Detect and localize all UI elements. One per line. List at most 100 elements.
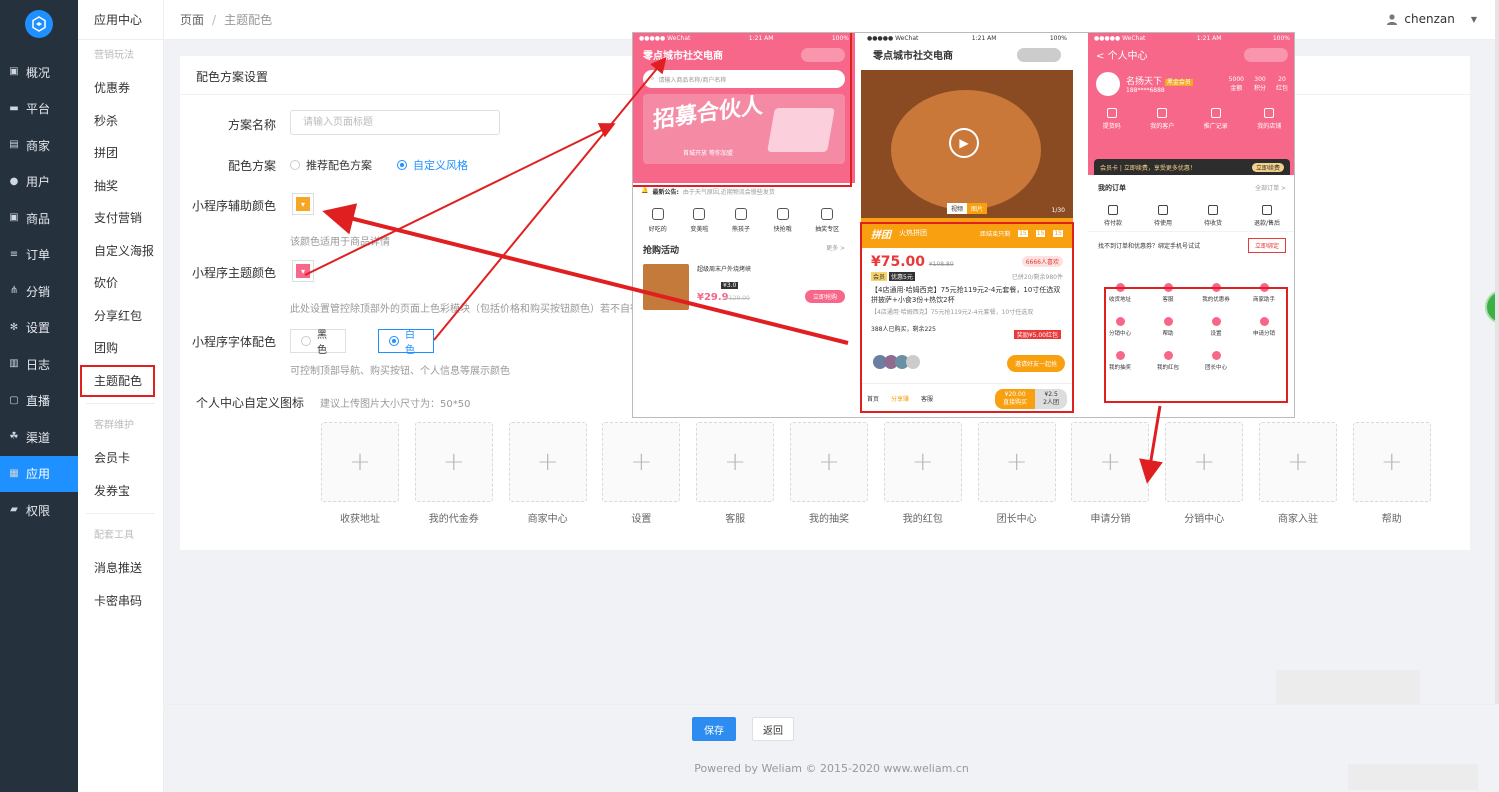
p3-order-status: 待付款 [1104,205,1122,227]
subnav-item[interactable]: 拼团 [78,137,163,170]
p2-video: ▶ 视频 图片 1/30 [861,70,1073,218]
subnav-item[interactable]: 团购 [78,332,163,365]
subnav-item[interactable]: 卡密串码 [78,585,163,618]
user-icon [1387,14,1398,25]
grid-icon [1163,317,1173,326]
sidebar-item-7[interactable]: ✻ 设置 [0,310,78,347]
back-button[interactable]: 返回 [752,717,794,741]
sidebar-item-label: 应用 [26,467,51,482]
subnav-item[interactable]: 主题配色 [80,364,155,397]
icon-upload-label: 申请分销 [1090,514,1131,525]
avatar [1096,72,1120,96]
sidebar-item-label: 用户 [26,175,51,190]
save-button[interactable]: 保存 [692,717,736,741]
scheme-custom-radio[interactable]: 自定义风格 [397,157,468,173]
grid-icon [1211,317,1221,326]
user-menu[interactable]: chenzan ▼ [1386,12,1477,26]
app-logo-icon[interactable] [25,10,53,38]
subnav-divider [86,403,155,404]
sidebar-item-6[interactable]: ⋔ 分销 [0,273,78,310]
sub-navigation: 应用中心 营销玩法 优惠券 秒杀 拼团 抽奖 支付营销 自定义海报 砍价 分享红包 团购 主题配色… [78,0,164,792]
subnav-item[interactable]: 消息推送 [78,552,163,585]
subnav-item[interactable]: 自定义海报 [78,235,163,268]
panel-title: 配色方案设置 [196,70,269,84]
icon-upload-slot[interactable]: + [321,422,399,502]
sidebar-item-3[interactable]: ● 用户 [0,164,78,201]
subnav-item[interactable]: 抽奖 [78,170,163,203]
sidebar-item-8[interactable]: ▥ 日志 [0,346,78,383]
action-icon [1264,108,1275,118]
aux-color-picker[interactable]: ▾ [292,193,314,215]
breadcrumb-separator: / [212,12,217,27]
icon-upload-slot[interactable]: + [883,422,962,502]
font-white-option[interactable]: 白色 [378,329,434,356]
right-scrollbar[interactable] [1495,0,1499,740]
icon-upload-slot[interactable]: + [790,422,868,502]
sidebar-item-label: 权限 [26,503,51,518]
p3-order-status: 待使用 [1154,205,1172,227]
p3-action: 我的客户 [1150,108,1174,130]
icon-upload-slot[interactable]: + [1352,422,1431,502]
custom-icons-label: 个人中心自定义图标 [196,396,305,410]
goods-icon: ▣ [9,212,19,224]
p3-orders-header: 我的订单 全部订单 > [1098,184,1286,192]
chevron-down-icon: ▾ [296,197,310,211]
main-color-picker[interactable]: ▾ [292,260,314,282]
subnav-item[interactable]: 分享红包 [78,300,163,333]
p3-grid-item: 商家助手 [1240,283,1288,303]
icon-upload-slot[interactable]: + [508,422,587,502]
icon-upload-slot[interactable]: + [602,422,681,502]
sidebar-item-4[interactable]: ▣ 商品 [0,200,78,237]
sidebar-item-10[interactable]: ☘ 渠道 [0,419,78,456]
main-color-label: 小程序主题颜色 [191,266,276,280]
category-icon [651,208,664,220]
p3-stat: 5000 金额 [1228,76,1244,92]
aux-color-label: 小程序辅助颜色 [191,199,276,213]
live-icon: ▢ [9,394,19,406]
p1-category: 好吃的 [649,208,667,233]
sidebar-item-12[interactable]: ▰ 权限 [0,492,78,529]
sidebar-item-9[interactable]: ▢ 直播 [0,383,78,420]
caret-down-icon: ▼ [1470,14,1477,24]
icon-upload-label: 我的红包 [902,514,943,525]
subnav-item[interactable]: 发券宝 [78,475,163,508]
store-icon: ▤ [9,139,19,151]
main-color-hint: 此处设置管控除顶部外的页面上色彩模块（包括价格和购买按钮颜色）若不自行选 [290,304,650,315]
p3-grid-item: 我的优惠券 [1192,283,1240,303]
p3-action: 提货码 [1103,108,1121,130]
icon-upload-slot[interactable]: + [414,422,493,502]
subnav-item[interactable]: 秒杀 [78,105,163,138]
scheme-recommended-radio[interactable]: 推荐配色方案 [290,157,372,173]
subnav-item[interactable]: 砍价 [78,267,163,300]
username: chenzan [1404,12,1455,26]
subnav-item[interactable]: 会员卡 [78,442,163,475]
icon-upload-slot[interactable]: + [1165,422,1244,502]
breadcrumb-page[interactable]: 页面 [180,11,204,28]
font-black-option[interactable]: 黑色 [290,329,346,356]
grid-icon [1259,283,1269,292]
sidebar-item-0[interactable]: ▣ 概况 [0,54,78,91]
icon-upload-label: 设置 [631,514,652,525]
sidebar-item-1[interactable]: ▬ 平台 [0,91,78,128]
scheme-name-input[interactable]: 请输入页面标题 [290,110,500,135]
icon-upload-label: 商家入驻 [1278,514,1318,525]
pizza-image [643,264,689,310]
icon-upload-slot[interactable]: + [696,422,775,502]
icon-upload-slot[interactable]: + [977,422,1056,502]
subnav-group-customers: 客群维护 [94,420,134,431]
sidebar-item-2[interactable]: ▤ 商家 [0,127,78,164]
sidebar-item-5[interactable]: ≡ 订单 [0,237,78,274]
category-icon [776,208,789,220]
subnav-item[interactable]: 支付营销 [78,202,163,235]
subnav-item[interactable]: 优惠券 [78,72,163,105]
sidebar-item-11[interactable]: ▦ 应用 [0,455,78,492]
sidebar-item-label: 分销 [26,284,51,299]
icon-upload-slot[interactable]: + [1071,422,1150,502]
p3-stat: 300 积分 [1253,76,1266,92]
apps-icon: ▦ [9,467,19,479]
p3-order-status: 待收货 [1204,205,1222,227]
gear-icon: ✻ [9,321,19,333]
p2-avatars [873,355,920,369]
p1-title: 零点城市社交电商 [643,51,723,62]
icon-upload-slot[interactable]: + [1259,422,1337,502]
